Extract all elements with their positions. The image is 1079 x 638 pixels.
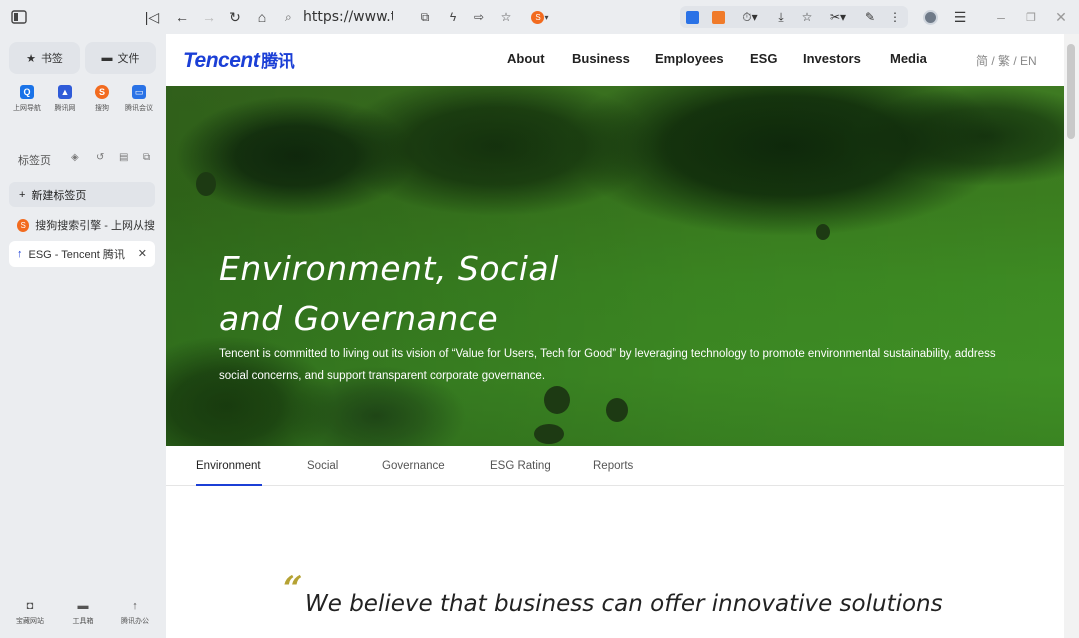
download-icon[interactable]: ⤓: [772, 8, 790, 26]
language-switcher[interactable]: 简 / 繁 / EN: [976, 52, 1037, 69]
page-scrollbar[interactable]: [1064, 34, 1079, 638]
tencent-logo[interactable]: Tencent 腾讯: [183, 47, 295, 73]
search-icon: ⌕: [285, 9, 292, 24]
tab-item-esg[interactable]: ↑ ESG - Tencent 腾讯 ✕: [9, 241, 155, 267]
files-tab[interactable]: ▬ 文件: [85, 42, 156, 74]
hero-banner: Environment, Social and Governance Tence…: [166, 86, 1064, 446]
tree-decoration: [816, 224, 830, 240]
quick-link-tencent[interactable]: ▲ 腾讯网: [47, 82, 83, 116]
speed-icon[interactable]: ϟ: [444, 8, 462, 26]
folder-icon: ▬: [101, 52, 113, 64]
close-window-icon[interactable]: ✕: [1050, 6, 1072, 28]
subnav-environment[interactable]: Environment: [196, 460, 261, 472]
sidebar-toggle-icon[interactable]: [8, 6, 30, 28]
web-page: Tencent 腾讯 About Business Employees ESG I…: [166, 34, 1064, 638]
subnav-governance[interactable]: Governance: [382, 460, 445, 472]
box-icon: ◘: [26, 600, 34, 612]
subnav-esg-rating[interactable]: ESG Rating: [490, 460, 551, 472]
nav-esg[interactable]: ESG: [750, 51, 777, 66]
close-tab-icon[interactable]: ✕: [138, 247, 147, 260]
quick-link-sogou[interactable]: S 搜狗: [84, 82, 120, 116]
tab-copy-icon[interactable]: ⧉: [143, 152, 150, 163]
quick-link-meeting[interactable]: ▭ 腾讯会议: [121, 82, 157, 116]
reload-icon[interactable]: ↻: [224, 6, 246, 28]
active-tab-indicator: [196, 484, 262, 486]
share-icon[interactable]: ⇨: [470, 8, 488, 26]
back-icon[interactable]: ←: [171, 6, 193, 28]
subnav-reports[interactable]: Reports: [593, 460, 633, 472]
toolbox-button[interactable]: ▬ 工具箱: [63, 600, 103, 626]
browser-sidebar: ★ 书签 ▬ 文件 Q 上网导航 ▲ 腾讯网 S 搜狗 ▭ 腾讯会议 标签页 ◈ ↺…: [0, 34, 165, 638]
subnav-social[interactable]: Social: [307, 460, 338, 472]
cut-icon[interactable]: ✂▾: [826, 8, 850, 26]
tencent-office-button[interactable]: ↑ 腾讯办公: [115, 600, 155, 626]
meeting-icon: ▭: [132, 85, 146, 99]
treasure-sites-button[interactable]: ◘ 宝藏网站: [10, 600, 50, 626]
hero-title: Environment, Social and Governance: [219, 249, 559, 338]
sogou-icon: S: [95, 85, 109, 99]
new-tab-button[interactable]: + 新建标签页: [9, 182, 155, 207]
esg-subnav: Environment Social Governance ESG Rating…: [166, 446, 1064, 486]
url-text: https://www.t: [303, 9, 393, 25]
tree-decoration: [544, 386, 570, 414]
nav-investors[interactable]: Investors: [803, 51, 861, 66]
tabs-heading: 标签页: [18, 155, 51, 167]
collapse-tabs-icon[interactable]: |◁: [141, 6, 163, 28]
tab-refresh-icon[interactable]: ↺: [96, 152, 104, 163]
history-icon[interactable]: ⏱▾: [738, 8, 762, 26]
favorites-icon[interactable]: ☆: [798, 8, 816, 26]
toolbox-icon: ▬: [77, 600, 89, 612]
translate-icon[interactable]: [683, 8, 701, 26]
tencent-favicon-icon: ↑: [17, 248, 23, 260]
restore-icon[interactable]: ❐: [1020, 6, 1042, 28]
avatar[interactable]: [919, 6, 941, 28]
quick-link-nav[interactable]: Q 上网导航: [9, 82, 45, 116]
tab-item-sogou[interactable]: S 搜狗搜索引擎 - 上网从搜: [9, 212, 155, 238]
tencent-icon: ▲: [58, 85, 72, 99]
sogou-favicon-icon: S: [17, 218, 30, 232]
pdf-icon[interactable]: [709, 8, 727, 26]
tab-grid-icon[interactable]: ▤: [119, 152, 128, 163]
sogou-ext-icon[interactable]: S ▾: [528, 8, 552, 26]
hero-description: Tencent is committed to living out its v…: [219, 348, 996, 382]
tree-decoration: [196, 172, 216, 196]
quote-mark: “: [283, 569, 303, 609]
site-header: Tencent 腾讯 About Business Employees ESG I…: [166, 34, 1064, 86]
scrollbar-thumb[interactable]: [1067, 44, 1075, 139]
star-add-icon[interactable]: ☆: [497, 8, 515, 26]
office-icon: ↑: [132, 600, 138, 612]
tree-decoration: [606, 398, 628, 422]
page-tools-icon[interactable]: ⧉: [416, 8, 434, 26]
nav-business[interactable]: Business: [572, 51, 630, 66]
tab-option-icon[interactable]: ◈: [71, 152, 79, 163]
plus-icon: +: [19, 188, 26, 201]
menu-icon[interactable]: ☰: [949, 6, 971, 28]
forward-icon[interactable]: →: [198, 6, 220, 28]
nav-employees[interactable]: Employees: [655, 51, 724, 66]
browser-toolbar: |◁ ← → ↻ ⌂ ⌕ https://www.t ⧉ ϟ ⇨ ☆ S ▾ ⏱▾…: [0, 0, 1079, 34]
tree-decoration: [534, 424, 564, 444]
nav-about[interactable]: About: [507, 51, 545, 66]
star-icon: ★: [26, 52, 36, 65]
home-icon[interactable]: ⌂: [251, 6, 273, 28]
q-icon: Q: [20, 85, 34, 99]
quote-text: We believe that business can offer innov…: [305, 591, 943, 617]
pen-icon[interactable]: ✎: [861, 8, 879, 26]
minimize-icon[interactable]: –: [990, 6, 1012, 28]
more-icon[interactable]: ⋮: [886, 8, 904, 26]
bookmarks-tab[interactable]: ★ 书签: [9, 42, 80, 74]
nav-media[interactable]: Media: [890, 51, 927, 66]
